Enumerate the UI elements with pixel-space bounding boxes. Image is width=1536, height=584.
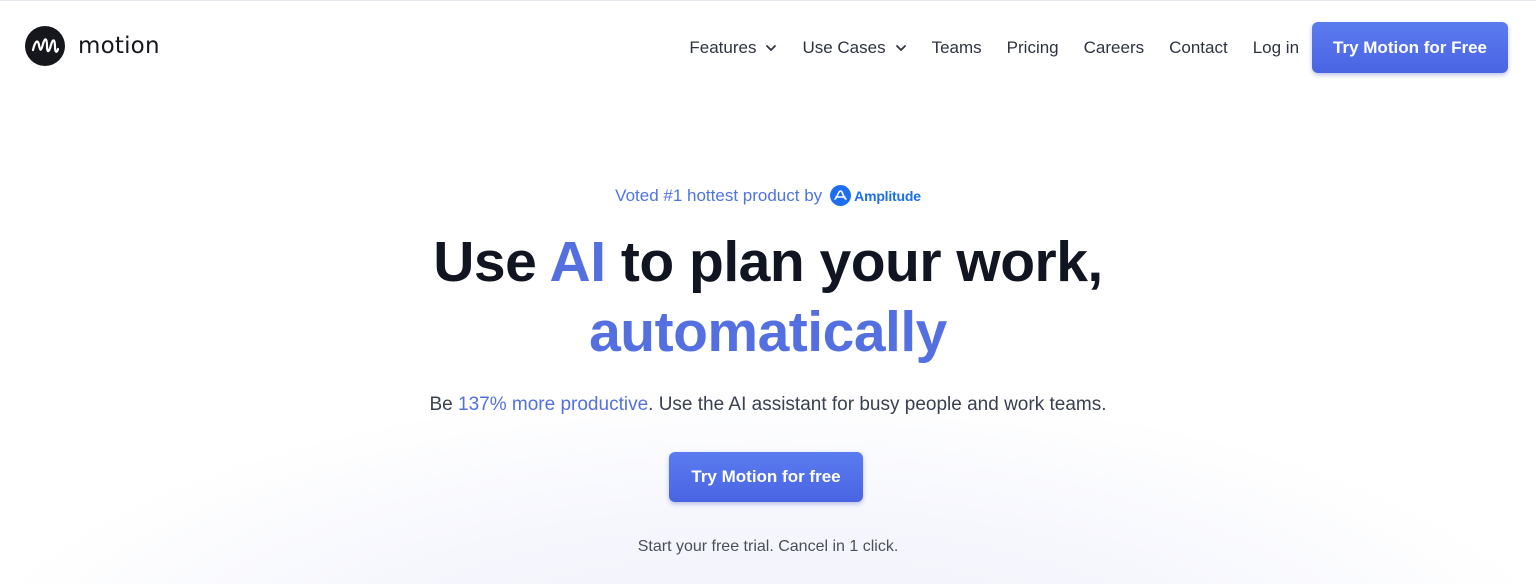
hero-headline-line2: automatically <box>589 300 947 364</box>
headline-after: to plan your work, <box>605 230 1103 294</box>
nav-item-contact[interactable]: Contact <box>1169 38 1228 58</box>
sub-highlight: 137% more productive <box>458 394 649 415</box>
site-header: motion Features Use Cases Teams Pricing … <box>0 1 1536 93</box>
nav-item-teams[interactable]: Teams <box>932 38 982 58</box>
main-nav: Features Use Cases Teams Pricing Careers… <box>689 22 1508 73</box>
amplitude-logo-icon <box>830 185 852 206</box>
nav-item-features[interactable]: Features <box>689 38 777 58</box>
voted-banner: Voted #1 hottest product by Amplitude <box>0 185 1536 206</box>
headline-before: Use <box>433 230 550 294</box>
motion-logo-icon <box>25 26 65 66</box>
nav-item-login[interactable]: Log in <box>1253 38 1299 58</box>
try-motion-header-button[interactable]: Try Motion for Free <box>1312 22 1508 73</box>
page: motion Features Use Cases Teams Pricing … <box>0 0 1536 584</box>
headline-accent: AI <box>549 230 607 294</box>
hero-headline: Use AI to plan your work, <box>0 227 1536 297</box>
sub-before: Be <box>429 394 459 415</box>
brand-name: motion <box>78 33 160 59</box>
amplitude-wordmark: Amplitude <box>854 187 921 204</box>
nav-item-label: Features <box>689 37 757 57</box>
try-motion-hero-button[interactable]: Try Motion for free <box>669 452 863 502</box>
trial-note: Start your free trial. Cancel in 1 click… <box>637 538 899 555</box>
sub-after: . Use the AI assistant for busy people a… <box>648 394 1107 415</box>
hero-subheading: Be 137% more productive. Use the AI assi… <box>0 394 1536 416</box>
voted-text: Voted #1 hottest product by <box>615 185 823 205</box>
nav-item-careers[interactable]: Careers <box>1084 38 1144 58</box>
nav-item-use-cases[interactable]: Use Cases <box>802 38 906 58</box>
amplitude-badge: Amplitude <box>830 185 921 206</box>
brand-logo-link[interactable]: motion <box>25 26 160 66</box>
chevron-down-icon <box>895 42 907 54</box>
chevron-down-icon <box>765 42 777 54</box>
nav-item-label: Use Cases <box>802 37 886 57</box>
nav-item-pricing[interactable]: Pricing <box>1007 38 1059 58</box>
